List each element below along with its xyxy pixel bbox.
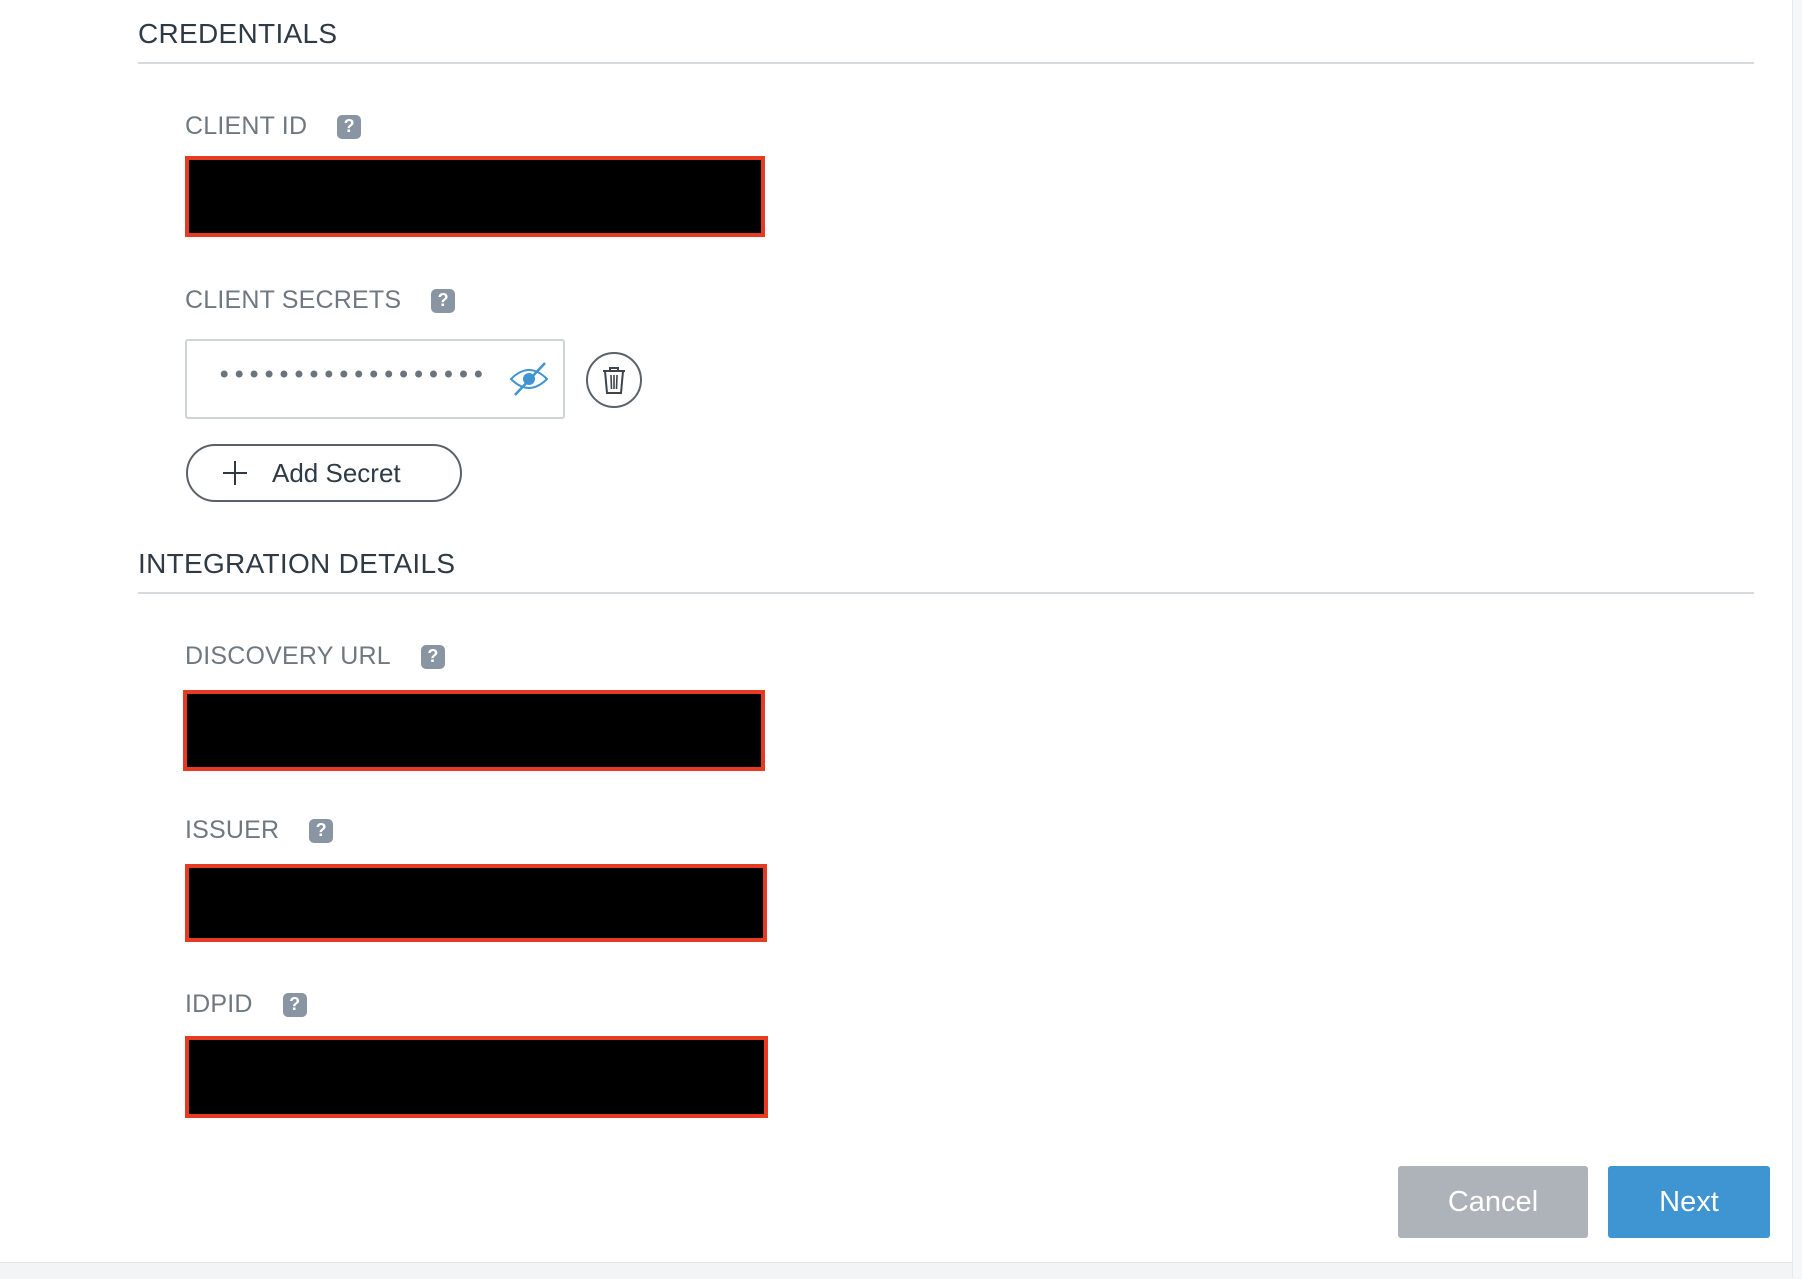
integration-section-title: INTEGRATION DETAILS: [138, 548, 456, 579]
plus-icon: [223, 461, 247, 485]
client-id-label: CLIENT ID ?: [185, 112, 362, 141]
issuer-field-redacted[interactable]: [185, 864, 767, 942]
scrollbar-track[interactable]: [1792, 0, 1802, 1278]
next-button[interactable]: Next: [1608, 1166, 1770, 1238]
client-secrets-label-text: CLIENT SECRETS: [185, 286, 402, 314]
credentials-section-title: CREDENTIALS: [138, 18, 338, 49]
idpid-label-text: IDPID: [185, 990, 253, 1018]
issuer-label: ISSUER ?: [185, 816, 334, 845]
idpid-help-icon[interactable]: ?: [282, 992, 307, 1017]
trash-icon: [603, 367, 625, 394]
client-secrets-help-icon[interactable]: ?: [431, 288, 456, 313]
add-secret-label: Add Secret: [272, 457, 401, 488]
delete-secret-button[interactable]: [586, 352, 642, 408]
page-bottom-edge: [0, 1262, 1792, 1279]
issuer-label-text: ISSUER: [185, 816, 280, 844]
eye-slash-icon[interactable]: [507, 359, 551, 399]
discovery-url-label-text: DISCOVERY URL: [185, 642, 391, 670]
discovery-url-help-icon[interactable]: ?: [420, 644, 445, 669]
client-secret-input[interactable]: ••••••••••••••••••••••••••••: [185, 339, 565, 419]
client-secret-masked-value: ••••••••••••••••••••••••••••: [217, 361, 485, 389]
idpid-field-redacted[interactable]: [185, 1036, 768, 1118]
add-secret-button[interactable]: Add Secret: [186, 444, 462, 502]
form-panel: CREDENTIALS CLIENT ID ? CLIENT SECRETS ?…: [0, 0, 1792, 1262]
discovery-url-field-redacted[interactable]: [183, 690, 765, 771]
client-secrets-label: CLIENT SECRETS ?: [185, 286, 456, 315]
client-id-label-text: CLIENT ID: [185, 112, 308, 140]
client-id-help-icon[interactable]: ?: [337, 114, 362, 139]
integration-divider: [138, 592, 1754, 594]
credentials-divider: [138, 62, 1754, 64]
issuer-help-icon[interactable]: ?: [309, 818, 334, 843]
client-id-field-redacted[interactable]: [185, 156, 765, 237]
idpid-label: IDPID ?: [185, 990, 307, 1019]
cancel-button[interactable]: Cancel: [1398, 1166, 1588, 1238]
discovery-url-label: DISCOVERY URL ?: [185, 642, 445, 671]
